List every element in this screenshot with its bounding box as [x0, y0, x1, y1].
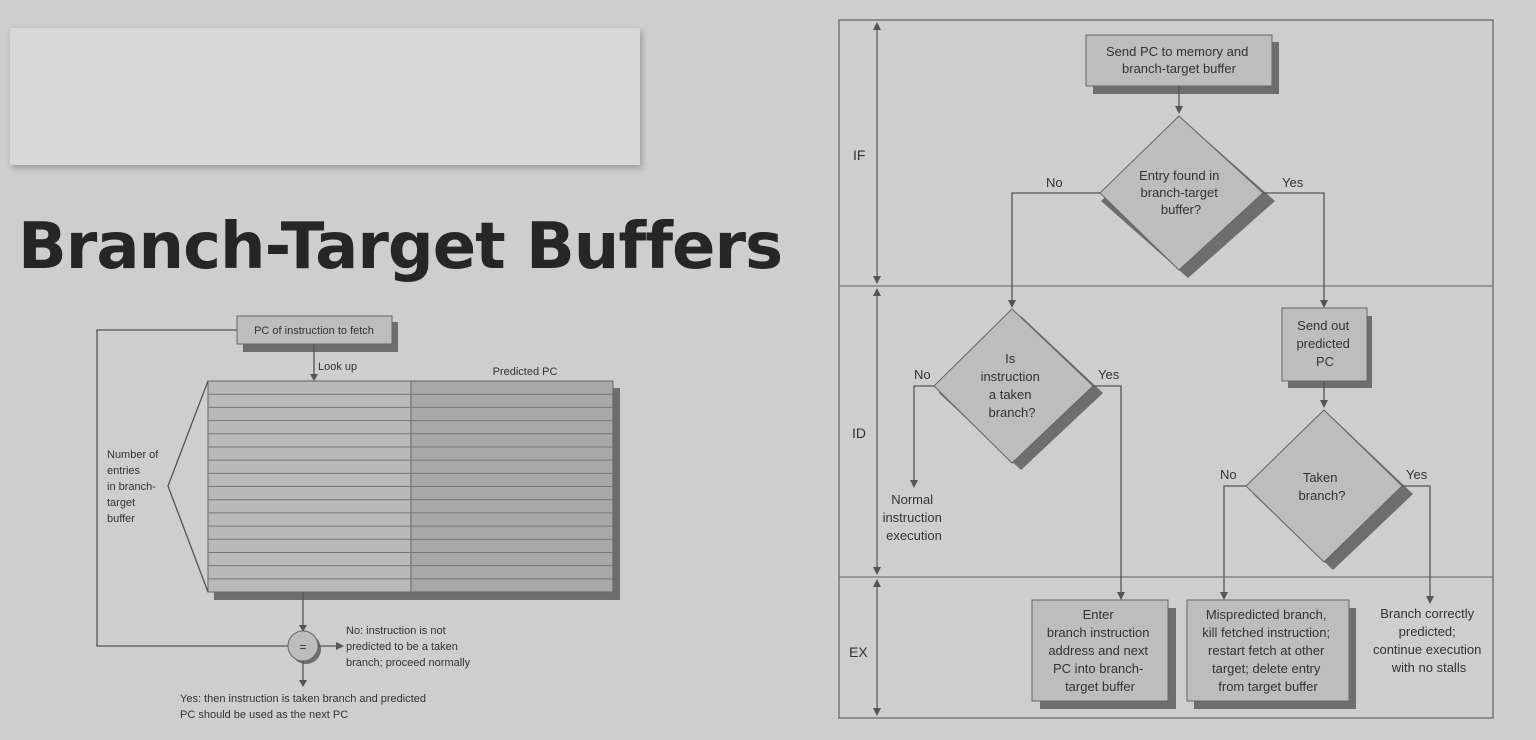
taken-branch-diamond [1245, 409, 1403, 563]
entry-yes-label: Yes [1282, 175, 1304, 190]
is-taken-branch-diamond [933, 308, 1094, 464]
stage-ex: EX [849, 644, 868, 660]
stage-if: IF [853, 147, 865, 163]
taken-branch-yes-label: Yes [1406, 467, 1428, 482]
taken-branch-no-label: No [1220, 467, 1237, 482]
stage-id: ID [852, 425, 866, 441]
normal-execution-label: Normal instruction execution [883, 492, 946, 543]
entry-no-label: No [1046, 175, 1063, 190]
taken-no-label: No [914, 367, 931, 382]
mispredict-label: Mispredicted branch, kill fetched instru… [1202, 607, 1334, 694]
btb-flowchart: IF ID EX Send PC to memory and branch-ta… [838, 19, 1494, 719]
taken-yes-label: Yes [1098, 367, 1120, 382]
correct-prediction-label: Branch correctly predicted; continue exe… [1373, 606, 1485, 675]
